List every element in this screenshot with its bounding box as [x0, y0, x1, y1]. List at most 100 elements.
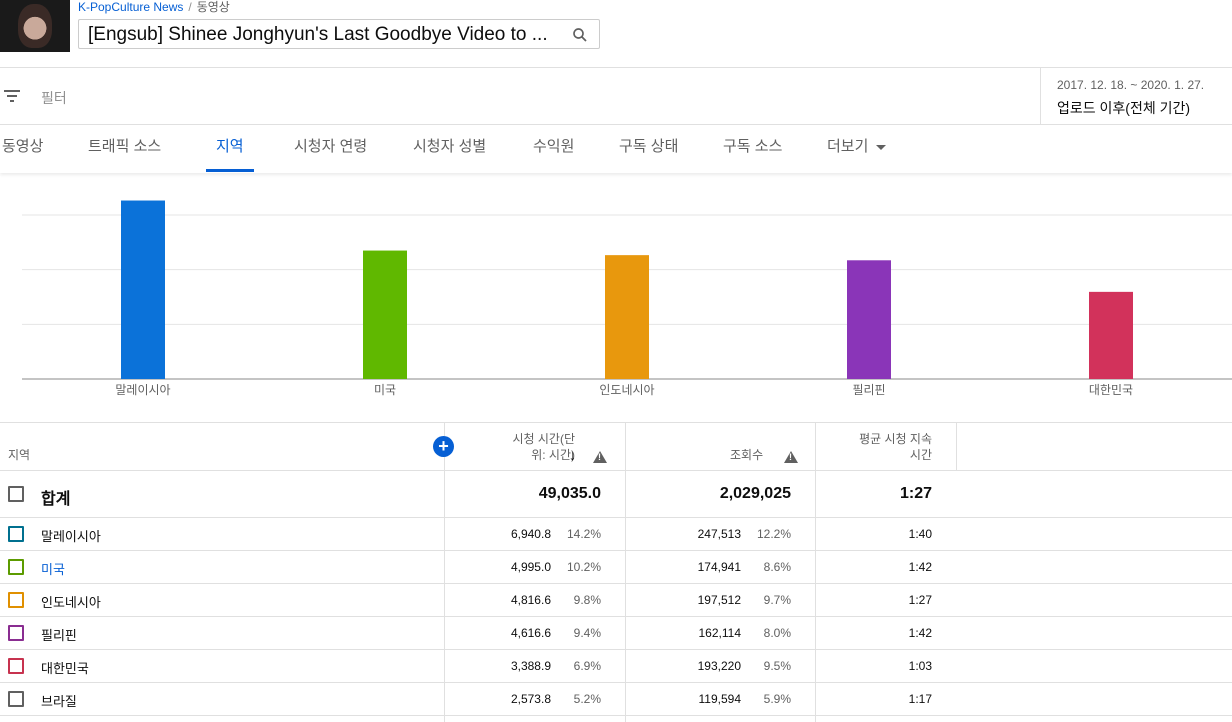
views-value: 197,512 — [697, 593, 741, 607]
tab-video[interactable]: 동영상 — [2, 125, 43, 173]
views-value: 119,594 — [698, 692, 742, 706]
chart-x-label: 필리핀 — [852, 383, 886, 397]
watch-time-percent: 9.4% — [573, 626, 601, 640]
breadcrumb: K-PopCulture News / 동영상 — [78, 0, 230, 14]
column-header-region[interactable]: 지역 — [8, 447, 30, 463]
column-header-views[interactable]: 조회수 — [730, 447, 763, 463]
date-period-text: 업로드 이후(전체 기간) — [1057, 100, 1191, 116]
chart-bar[interactable] — [363, 250, 407, 379]
table-row[interactable]: 말레이시아 6,940.8 14.2% 247,513 12.2% 1:40 — [0, 518, 1232, 551]
chart-bar[interactable] — [1089, 291, 1133, 379]
tab-subscription-source[interactable]: 구독 소스 — [723, 125, 782, 173]
region-name[interactable]: 말레이시아 — [41, 526, 101, 545]
watch-time-percent: 10.2% — [566, 560, 601, 574]
region-name[interactable]: 브라질 — [41, 691, 77, 710]
chart-plot — [22, 200, 1232, 380]
breadcrumb-section[interactable]: 동영상 — [197, 0, 230, 14]
views-value: 247,513 — [697, 527, 741, 541]
views-percent: 5.9% — [763, 692, 791, 706]
table-row-total: 합계 49,035.0 2,029,025 1:27 — [0, 471, 1232, 518]
video-title[interactable]: [Engsub] Shinee Jonghyun's Last Goodbye … — [88, 25, 558, 45]
column-header-watch-time[interactable]: 시청 시간(단 위: 시간) — [470, 431, 575, 463]
table-row[interactable]: 대한민국 3,388.9 6.9% 193,220 9.5% 1:03 — [0, 650, 1232, 683]
video-thumbnail[interactable] — [0, 0, 70, 52]
watch-time-header-line1: 시청 시간(단 — [512, 432, 575, 446]
avg-duration-value: 1:40 — [908, 527, 932, 541]
row-checkbox[interactable] — [8, 691, 24, 707]
region-name[interactable]: 인도네시아 — [41, 592, 101, 611]
search-icon[interactable] — [571, 26, 589, 44]
tab-traffic-source[interactable]: 트래픽 소스 — [88, 125, 161, 173]
tab-viewer-gender[interactable]: 시청자 성별 — [413, 125, 486, 173]
tab-geography[interactable]: 지역 — [206, 125, 254, 173]
date-range-picker[interactable]: 2017. 12. 18. ~ 2020. 1. 27. 업로드 이후(전체 기… — [1040, 68, 1232, 125]
chart-bar[interactable] — [847, 260, 891, 379]
tab-viewer-age[interactable]: 시청자 연령 — [294, 125, 367, 173]
sort-arrow-down-icon[interactable]: ↓ — [569, 447, 576, 463]
report-tabs: 동영상 트래픽 소스 지역 시청자 연령 시청자 성별 수익원 구독 상태 구독… — [0, 125, 1232, 173]
tab-more-label: 더보기 — [827, 138, 869, 155]
row-checkbox[interactable] — [8, 559, 24, 575]
tab-revenue-source[interactable]: 수익원 — [533, 125, 574, 173]
row-checkbox[interactable] — [8, 526, 24, 542]
row-checkbox[interactable] — [8, 625, 24, 641]
header: K-PopCulture News / 동영상 [Engsub] Shinee Jo… — [0, 0, 1232, 68]
total-watch-time: 49,035.0 — [538, 485, 601, 502]
views-value: 162,114 — [698, 626, 742, 640]
chart-x-label: 미국 — [373, 383, 397, 397]
column-header-avg-duration[interactable]: 평균 시청 지속 시간 — [820, 431, 932, 463]
avg-duration-value: 1:27 — [908, 593, 932, 607]
chart-bar[interactable] — [605, 255, 649, 379]
date-range-text: 2017. 12. 18. ~ 2020. 1. 27. — [1057, 78, 1205, 92]
row-checkbox[interactable] — [8, 592, 24, 608]
tab-more[interactable]: 더보기 — [827, 125, 887, 173]
chart-bar[interactable] — [121, 200, 165, 379]
avg-duration-header-line1: 평균 시청 지속 — [859, 432, 932, 446]
add-column-button[interactable]: + — [433, 436, 454, 457]
row-checkbox[interactable] — [8, 658, 24, 674]
watch-time-value: 4,616.6 — [510, 626, 551, 640]
table-row[interactable]: 미국 4,995.0 10.2% 174,941 8.6% 1:42 — [0, 551, 1232, 584]
filter-icon[interactable] — [2, 88, 22, 104]
region-name[interactable]: 필리핀 — [41, 625, 77, 644]
filter-input[interactable]: 필터 — [41, 88, 67, 108]
region-name[interactable]: 대한민국 — [41, 658, 89, 677]
watch-time-percent: 14.2% — [566, 527, 601, 541]
watch-time-value: 3,388.9 — [510, 659, 551, 673]
views-percent: 8.6% — [763, 560, 791, 574]
views-value: 193,220 — [697, 659, 741, 673]
chevron-down-icon — [876, 144, 887, 150]
chart-x-axis-labels: 말레이시아 미국 인도네시아 필리핀 대한민국 — [0, 381, 1232, 399]
warning-icon[interactable] — [784, 451, 798, 463]
table-row[interactable]: 필리핀 4,616.6 9.4% 162,114 8.0% 1:42 — [0, 617, 1232, 650]
views-percent: 12.2% — [756, 527, 791, 541]
geography-bar-chart: 말레이시아 미국 인도네시아 필리핀 대한민국 — [0, 174, 1232, 422]
avg-duration-value: 1:17 — [908, 692, 932, 706]
breadcrumb-channel-link[interactable]: K-PopCulture News — [78, 0, 183, 14]
region-name[interactable]: 미국 — [41, 559, 65, 578]
watch-time-percent: 6.9% — [573, 659, 601, 673]
total-avg-duration: 1:27 — [899, 485, 932, 502]
views-percent: 9.7% — [763, 593, 791, 607]
views-percent: 9.5% — [763, 659, 791, 673]
thumbnail-image — [18, 4, 52, 48]
watch-time-value: 2,573.8 — [510, 692, 551, 706]
watch-time-value: 6,940.8 — [510, 527, 551, 541]
filter-bar: 필터 2017. 12. 18. ~ 2020. 1. 27. 업로드 이후(전… — [0, 68, 1232, 125]
table-row[interactable]: 브라질 2,573.8 5.2% 119,594 5.9% 1:17 — [0, 683, 1232, 716]
tab-subscription-status[interactable]: 구독 상태 — [619, 125, 678, 173]
chart-x-label: 대한민국 — [1088, 383, 1134, 397]
avg-duration-value: 1:42 — [908, 560, 932, 574]
watch-time-value: 4,816.6 — [510, 593, 551, 607]
total-label: 합계 — [41, 491, 71, 508]
views-value: 174,941 — [697, 560, 741, 574]
table-row[interactable]: 인도네시아 4,816.6 9.8% 197,512 9.7% 1:27 — [0, 584, 1232, 617]
chart-x-label: 인도네시아 — [599, 383, 655, 397]
warning-icon[interactable] — [593, 451, 607, 463]
total-checkbox[interactable] — [8, 486, 24, 502]
video-title-search-box[interactable]: [Engsub] Shinee Jonghyun's Last Goodbye … — [78, 19, 600, 49]
watch-time-header-line2-wrap: 위: 시간) — [470, 447, 575, 463]
views-percent: 8.0% — [763, 626, 791, 640]
geography-table: 지역 + 시청 시간(단 위: 시간) ↓ 조회수 평균 시청 지속 시간 합계… — [0, 422, 1232, 722]
watch-time-percent: 5.2% — [573, 692, 601, 706]
